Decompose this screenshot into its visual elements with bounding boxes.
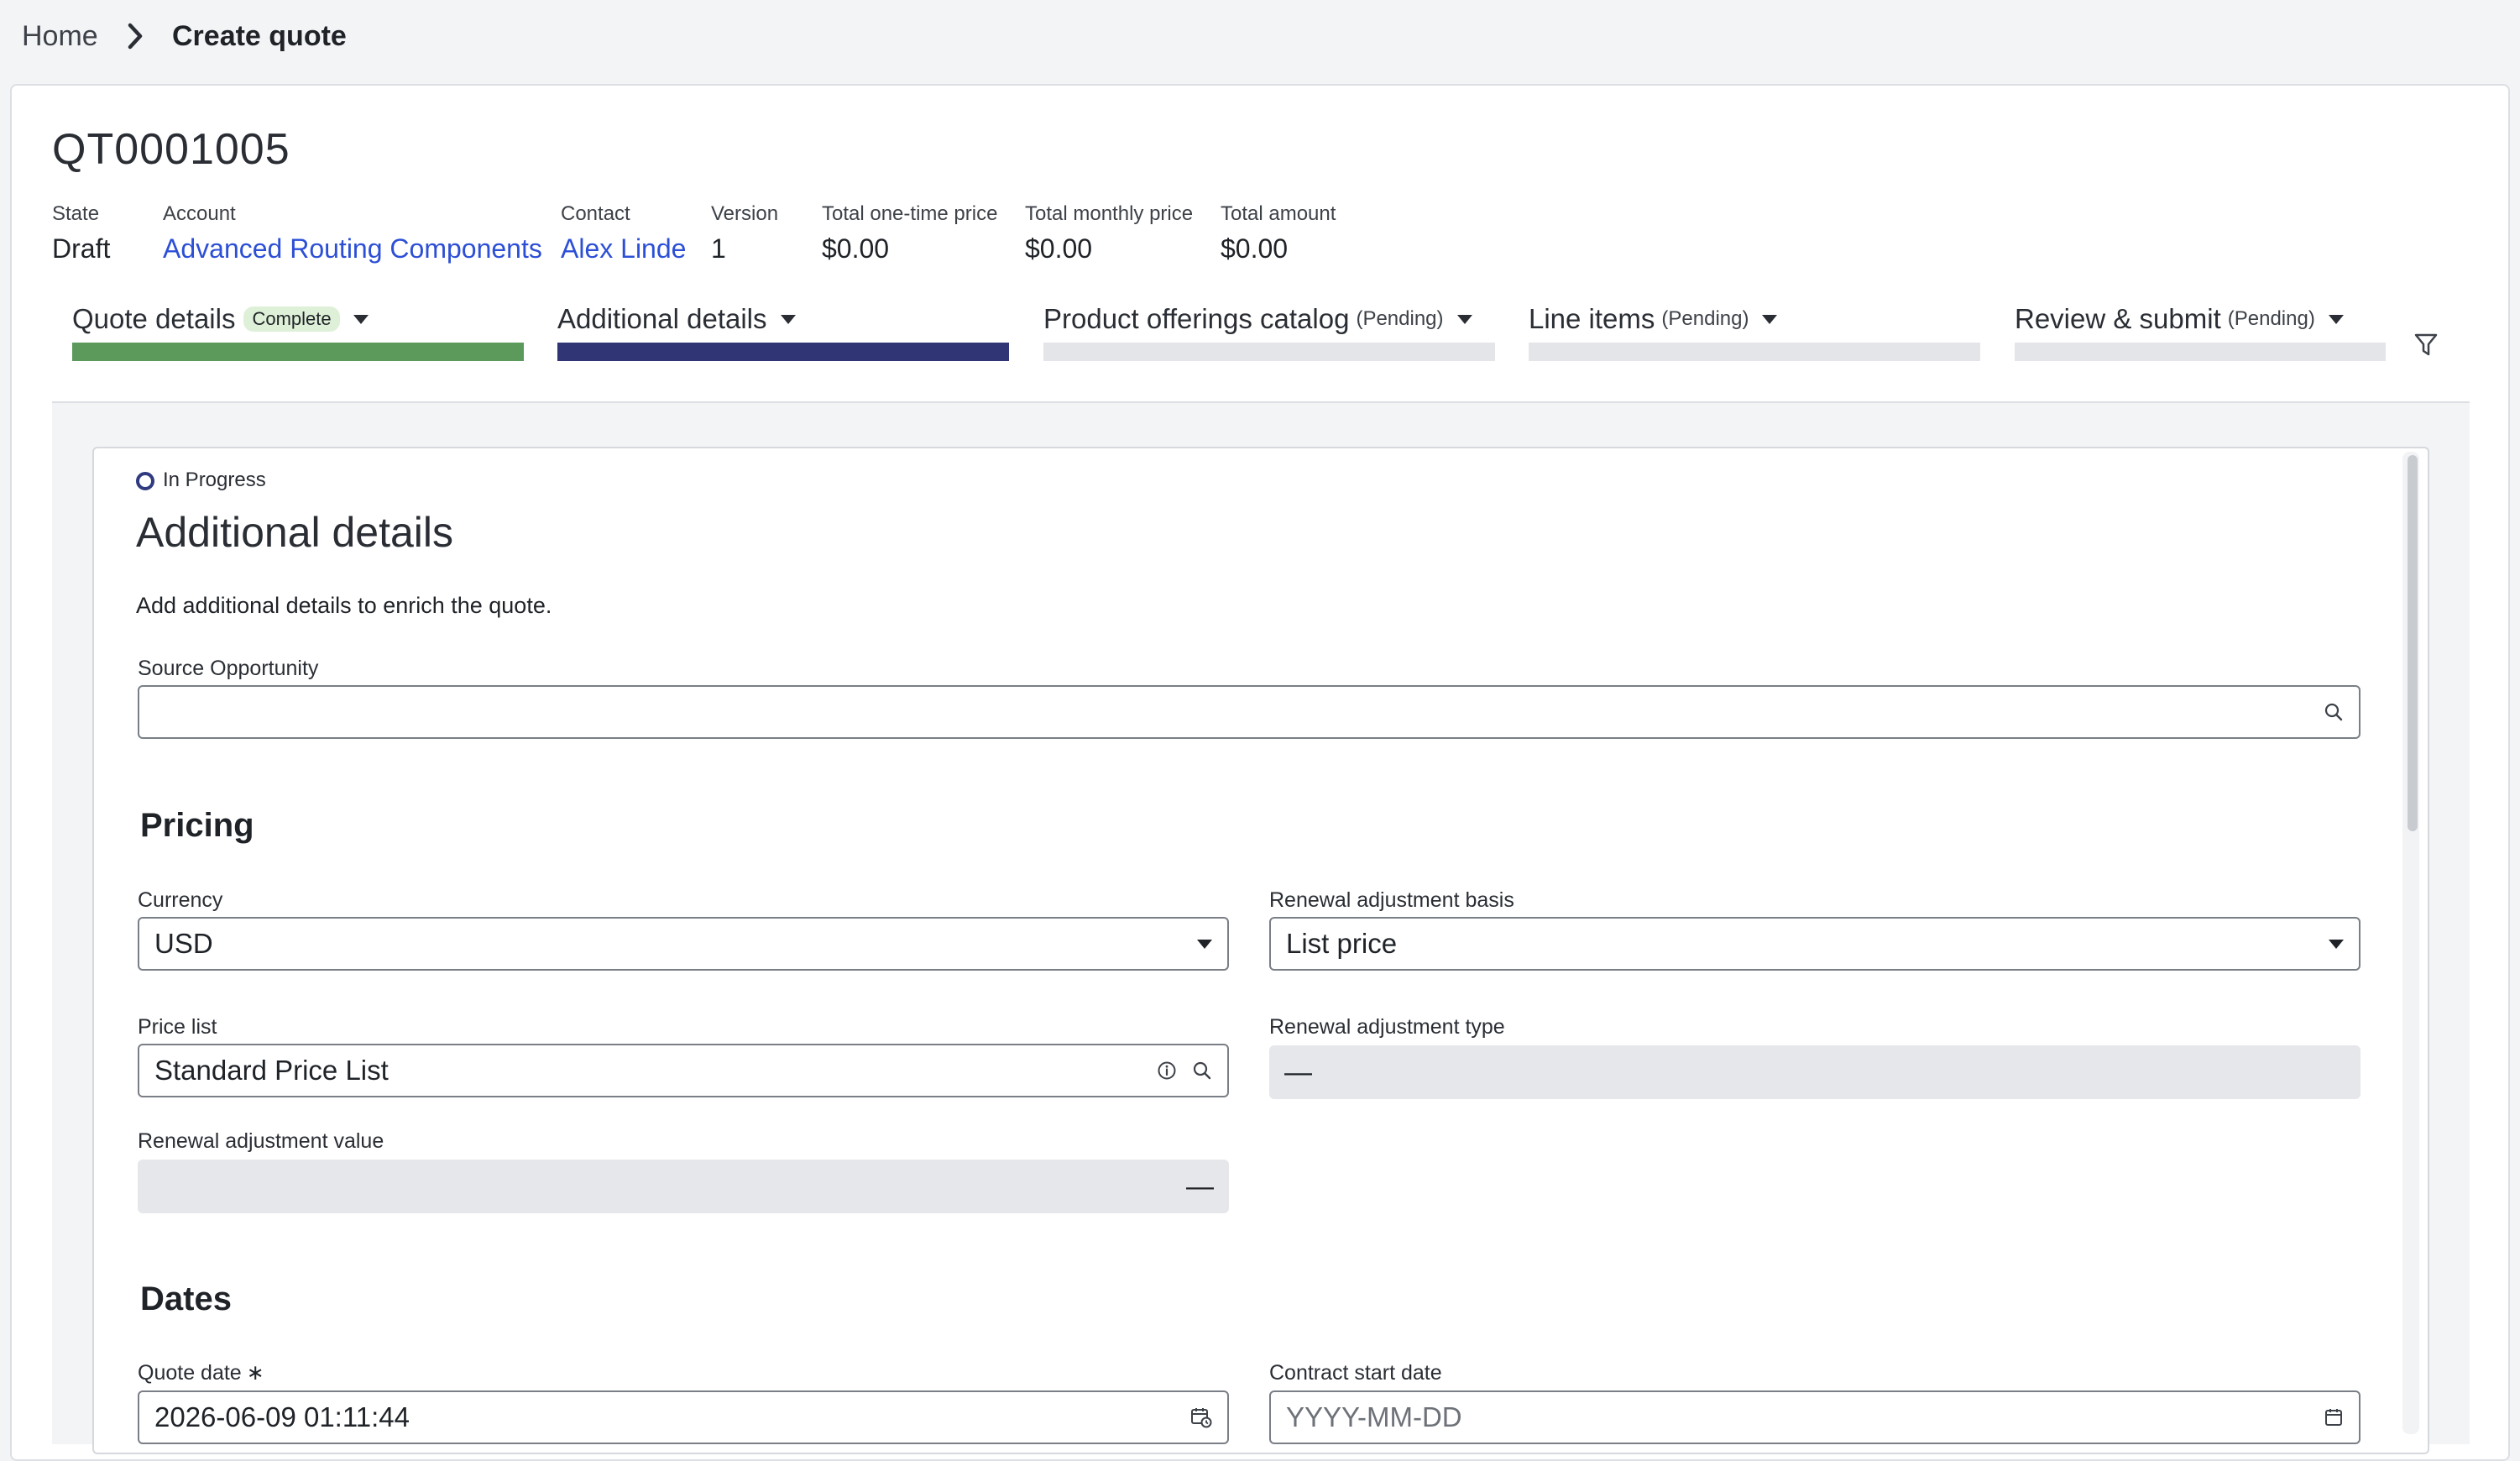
quote-date-input[interactable]: 2026-06-09 01:11:44	[138, 1390, 1229, 1444]
currency-select[interactable]: USD	[138, 917, 1229, 971]
step-label: Line items	[1529, 303, 1655, 334]
currency-label: Currency	[138, 888, 223, 912]
meta-contact-label: Contact	[561, 202, 630, 225]
caret-down-icon	[2328, 314, 2344, 324]
pricing-heading: Pricing	[140, 807, 254, 844]
panel-description: Add additional details to enrich the quo…	[136, 593, 552, 618]
meta-version-label: Version	[711, 202, 779, 225]
meta-onetime-value: $0.00	[822, 233, 890, 264]
quote-number: QT0001005	[52, 125, 290, 174]
price-list-value: Standard Price List	[154, 1055, 389, 1086]
search-icon[interactable]	[1192, 1060, 1212, 1081]
renewal-type-value: —	[1284, 1056, 1312, 1087]
renewal-value-value: —	[1186, 1170, 1214, 1202]
dates-heading: Dates	[140, 1280, 232, 1317]
meta-monthly-value: $0.00	[1025, 233, 1093, 264]
source-opportunity-label: Source Opportunity	[138, 657, 319, 680]
renewal-basis-label: Renewal adjustment basis	[1269, 888, 1514, 912]
caret-down-icon	[2329, 939, 2344, 949]
meta-state-value: Draft	[52, 233, 111, 264]
step-label: Product offerings catalog	[1043, 303, 1350, 334]
complete-badge: Complete	[243, 306, 340, 332]
contact-link[interactable]: Alex Linde	[561, 232, 686, 265]
caret-down-icon	[353, 314, 369, 324]
calendar-icon[interactable]	[2324, 1407, 2344, 1427]
step-quote-details[interactable]: Quote details Complete	[72, 302, 369, 336]
step-progress-bar	[557, 343, 1009, 361]
info-icon[interactable]	[1157, 1060, 1177, 1081]
required-mark: ∗	[246, 1361, 264, 1385]
step-label: Additional details	[557, 303, 767, 334]
meta-onetime-label: Total one-time price	[822, 202, 998, 225]
currency-value: USD	[154, 928, 213, 959]
price-list-input[interactable]: Standard Price List	[138, 1044, 1229, 1097]
renewal-basis-value: List price	[1286, 928, 1398, 959]
renewal-value-label: Renewal adjustment value	[138, 1129, 384, 1153]
renewal-type-field: —	[1269, 1045, 2361, 1099]
pending-badge: (Pending)	[2227, 307, 2315, 330]
step-line-items[interactable]: Line items (Pending)	[1529, 302, 1778, 336]
source-opportunity-input[interactable]	[138, 685, 2361, 739]
quote-date-label-text: Quote date	[138, 1361, 242, 1385]
search-icon[interactable]	[2324, 702, 2344, 722]
meta-account-label: Account	[163, 202, 236, 225]
quote-date-value: 2026-06-09 01:11:44	[154, 1401, 410, 1432]
breadcrumb-home-link[interactable]: Home	[22, 17, 98, 55]
caret-down-icon	[1197, 939, 1212, 949]
renewal-type-label: Renewal adjustment type	[1269, 1015, 1505, 1039]
contract-start-input[interactable]: YYYY-MM-DD	[1269, 1390, 2361, 1444]
step-product-offerings[interactable]: Product offerings catalog (Pending)	[1043, 302, 1472, 336]
step-progress-bar	[72, 343, 524, 361]
meta-total-label: Total amount	[1221, 202, 1336, 225]
pending-badge: (Pending)	[1356, 307, 1444, 330]
step-progress-bar	[1529, 343, 1980, 361]
step-progress-bar	[1043, 343, 1495, 361]
price-list-label: Price list	[138, 1015, 217, 1039]
meta-monthly-label: Total monthly price	[1025, 202, 1194, 225]
meta-state-label: State	[52, 202, 100, 225]
in-progress-circle-icon	[136, 472, 154, 490]
meta-total-value: $0.00	[1221, 233, 1289, 264]
status-text: In Progress	[163, 469, 266, 491]
quote-date-label: Quote date ∗	[138, 1359, 264, 1386]
step-label: Quote details	[72, 303, 236, 334]
caret-down-icon	[780, 314, 796, 324]
contract-start-label: Contract start date	[1269, 1361, 1442, 1385]
step-additional-details[interactable]: Additional details	[557, 302, 796, 336]
panel-title: Additional details	[136, 509, 454, 556]
caret-down-icon	[1762, 314, 1778, 324]
renewal-value-field: —	[138, 1160, 1229, 1213]
filter-icon[interactable]	[2414, 333, 2438, 358]
step-review-submit[interactable]: Review & submit (Pending)	[2015, 302, 2344, 336]
caret-down-icon	[1456, 314, 1472, 324]
account-link[interactable]: Advanced Routing Components	[163, 232, 542, 265]
step-progress-bar	[2015, 343, 2386, 361]
calendar-clock-icon[interactable]	[1190, 1406, 1212, 1428]
step-label: Review & submit	[2015, 303, 2221, 334]
renewal-basis-select[interactable]: List price	[1269, 917, 2361, 971]
pending-badge: (Pending)	[1661, 307, 1749, 330]
contract-start-placeholder: YYYY-MM-DD	[1286, 1401, 1462, 1432]
meta-version-value: 1	[711, 233, 726, 264]
chevron-right-icon	[128, 23, 143, 50]
breadcrumb-current: Create quote	[172, 20, 347, 52]
scrollbar-thumb[interactable]	[2408, 455, 2418, 831]
